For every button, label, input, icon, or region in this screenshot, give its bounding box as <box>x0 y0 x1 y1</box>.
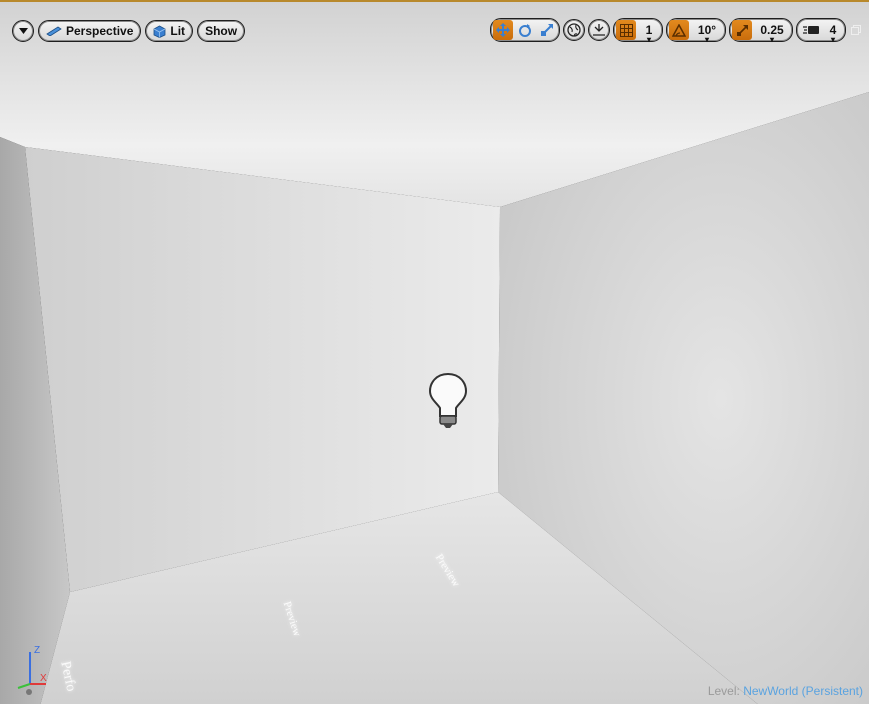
maximize-icon <box>851 25 861 35</box>
lit-label: Lit <box>170 24 186 38</box>
scale-snap-icon <box>736 24 748 36</box>
rotation-snap-value[interactable]: 10° ▾ <box>691 23 723 44</box>
perspective-icon <box>46 26 62 36</box>
point-light-icon[interactable] <box>428 372 468 430</box>
scene-3d-view[interactable] <box>0 2 869 704</box>
perspective-button[interactable]: Perspective <box>38 20 142 42</box>
viewport-toolbar-right: 1 ▾ 10° ▾ 0.25 ▾ 4 ▾ <box>490 18 863 44</box>
grid-snap-value[interactable]: 1 ▾ <box>638 23 660 44</box>
maximize-viewport-button[interactable] <box>849 23 863 37</box>
surface-snap-button[interactable] <box>588 19 610 41</box>
chevron-down-icon: ▾ <box>704 35 710 44</box>
scale-snap-toggle[interactable] <box>732 20 752 40</box>
globe-icon <box>567 23 581 37</box>
rotation-snap-group: 10° ▾ <box>666 18 726 44</box>
scale-snap-value[interactable]: 0.25 ▾ <box>754 23 790 44</box>
rotation-snap-toggle[interactable] <box>669 20 689 40</box>
translate-icon <box>496 23 510 37</box>
lit-cube-icon <box>153 25 166 38</box>
camera-speed-value: 4 ▾ <box>827 23 839 44</box>
z-axis-label: Z <box>34 645 40 656</box>
scale-icon <box>541 24 553 36</box>
x-axis-label: X <box>40 673 47 684</box>
rotate-icon <box>519 24 531 37</box>
level-name: NewWorld (Persistent) <box>743 684 863 698</box>
axis-gizmo: Z X <box>17 645 47 695</box>
scale-snap-group: 0.25 ▾ <box>729 18 793 44</box>
viewport[interactable]: Preview Preview Perfo Perspective Lit Sh… <box>0 0 869 704</box>
show-button[interactable]: Show <box>197 20 246 42</box>
camera-speed-icon <box>803 26 819 34</box>
chevron-down-icon: ▾ <box>769 35 775 44</box>
chevron-down-icon <box>18 28 28 34</box>
level-indicator: Level: NewWorld (Persistent) <box>708 684 863 698</box>
grid-snap-group: 1 ▾ <box>613 18 663 44</box>
rotate-mode-button[interactable] <box>515 20 535 40</box>
lit-button[interactable]: Lit <box>145 20 194 42</box>
chevron-down-icon: ▾ <box>830 35 836 44</box>
transform-mode-group <box>490 18 560 42</box>
grid-snap-toggle[interactable] <box>616 20 636 40</box>
scale-mode-button[interactable] <box>537 20 557 40</box>
world-local-toggle[interactable] <box>563 19 585 41</box>
level-prefix: Level: <box>707 684 740 698</box>
show-label: Show <box>205 24 238 38</box>
rotation-snap-icon <box>672 23 686 37</box>
camera-speed-group[interactable]: 4 ▾ <box>796 18 846 44</box>
grid-icon <box>619 23 633 37</box>
viewport-options-button[interactable] <box>12 20 34 42</box>
translate-mode-button[interactable] <box>493 20 513 40</box>
perspective-label: Perspective <box>66 24 134 38</box>
chevron-down-icon: ▾ <box>646 35 652 44</box>
viewport-toolbar-left: Perspective Lit Show <box>12 20 246 42</box>
surface-snap-icon <box>593 24 605 36</box>
